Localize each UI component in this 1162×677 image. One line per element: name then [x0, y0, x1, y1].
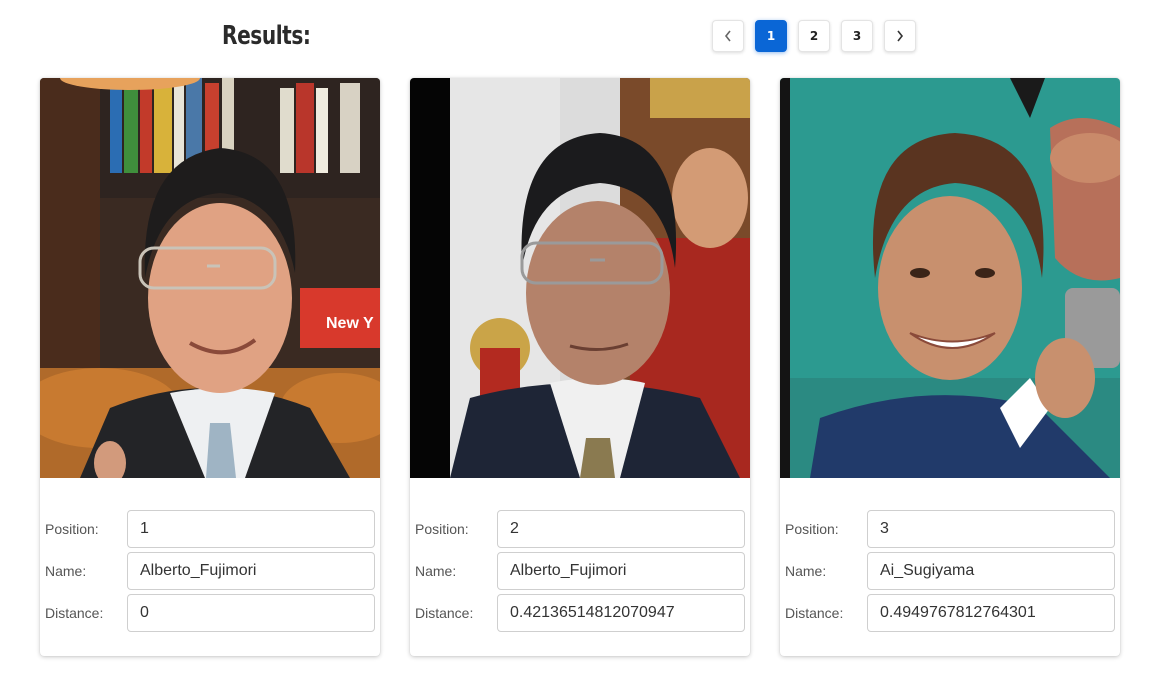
page-title: Results: [222, 21, 311, 51]
name-label: Name: [415, 563, 457, 579]
position-row: Position: 1 [40, 510, 380, 548]
pagination: 1 2 3 [712, 20, 927, 52]
name-label: Name: [45, 563, 87, 579]
name-row: Name: Alberto_Fujimori [40, 552, 380, 590]
result-card: New Y Position: 1 Name: Alberto_Fujimori… [40, 78, 380, 656]
position-field[interactable]: 1 [127, 510, 375, 548]
position-row: Position: 3 [780, 510, 1120, 548]
page-button-1[interactable]: 1 [755, 20, 787, 52]
face-photo [410, 78, 750, 478]
page-button-2[interactable]: 2 [798, 20, 830, 52]
distance-label: Distance: [45, 605, 104, 621]
distance-field[interactable]: 0 [127, 594, 375, 632]
position-row: Position: 2 [410, 510, 750, 548]
name-label: Name: [785, 563, 827, 579]
name-row: Name: Ai_Sugiyama [780, 552, 1120, 590]
position-label: Position: [785, 521, 839, 537]
distance-field[interactable]: 0.42136514812070947 [497, 594, 745, 632]
svg-text:New Y: New Y [326, 315, 374, 332]
chevron-right-icon [895, 29, 905, 43]
position-field[interactable]: 2 [497, 510, 745, 548]
position-label: Position: [415, 521, 469, 537]
distance-row: Distance: 0.4949767812764301 [780, 594, 1120, 632]
next-page-button[interactable] [884, 20, 916, 52]
distance-label: Distance: [415, 605, 474, 621]
name-field[interactable]: Alberto_Fujimori [497, 552, 745, 590]
position-label: Position: [45, 521, 99, 537]
distance-field[interactable]: 0.4949767812764301 [867, 594, 1115, 632]
face-photo: New Y [40, 78, 380, 478]
prev-page-button[interactable] [712, 20, 744, 52]
distance-label: Distance: [785, 605, 844, 621]
chevron-left-icon [723, 29, 733, 43]
position-field[interactable]: 3 [867, 510, 1115, 548]
distance-row: Distance: 0 [40, 594, 380, 632]
name-field[interactable]: Alberto_Fujimori [127, 552, 375, 590]
distance-row: Distance: 0.42136514812070947 [410, 594, 750, 632]
name-field[interactable]: Ai_Sugiyama [867, 552, 1115, 590]
page-button-3[interactable]: 3 [841, 20, 873, 52]
name-row: Name: Alberto_Fujimori [410, 552, 750, 590]
result-card: Position: 2 Name: Alberto_Fujimori Dista… [410, 78, 750, 656]
result-card: Position: 3 Name: Ai_Sugiyama Distance: … [780, 78, 1120, 656]
face-photo [780, 78, 1120, 478]
